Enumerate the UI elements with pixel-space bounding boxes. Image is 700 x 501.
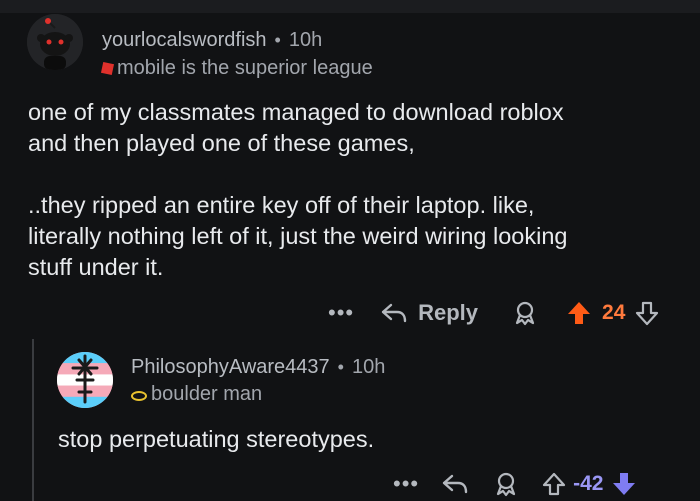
comment-time: 10h — [351, 356, 386, 378]
top-bar — [0, 0, 700, 13]
user-flair: mobile is the superior league — [100, 57, 373, 80]
comment-actions: ••• -42 — [393, 469, 637, 499]
comment-line — [28, 159, 567, 190]
downvote-button[interactable] — [611, 471, 637, 497]
reply-button[interactable] — [441, 472, 469, 496]
boulder-flair-icon — [131, 390, 147, 401]
award-icon — [515, 301, 535, 326]
more-options-button[interactable]: ••• — [328, 300, 354, 326]
downvote-button[interactable] — [635, 300, 659, 326]
comment-line: literally nothing left of it, just the w… — [28, 223, 568, 249]
thread-line[interactable] — [32, 339, 34, 501]
comment-body: stop perpetuating stereotypes. — [58, 424, 374, 455]
vote-score: 24 — [602, 301, 626, 324]
reply-label: Reply — [418, 300, 479, 325]
comment-line: ..they ripped an entire key off of their… — [28, 192, 535, 218]
reply-arrow-icon — [381, 303, 407, 323]
comment-line: and then played one of these games, — [28, 130, 415, 156]
separator-dot: • — [337, 357, 344, 377]
downvote-arrow-icon — [636, 301, 659, 326]
downvote-arrow-icon — [613, 473, 636, 495]
upvote-arrow-icon — [543, 472, 566, 496]
comment-author[interactable]: PhilosophyAware4437 — [131, 356, 330, 379]
comment-actions: ••• Reply 24 — [328, 298, 659, 328]
vote-score: -42 — [573, 472, 604, 495]
avatar[interactable] — [27, 14, 83, 70]
comment-line: stuff under it. — [28, 254, 164, 280]
award-icon — [497, 472, 516, 497]
user-flair: boulder man — [131, 383, 262, 406]
separator-dot: • — [274, 30, 281, 50]
comment-body: one of my classmates managed to download… — [28, 97, 567, 283]
trans-flag-avatar-icon — [57, 352, 113, 408]
flair-text: mobile is the superior league — [117, 57, 373, 79]
roblox-flair-icon — [100, 61, 115, 76]
comment-line: one of my classmates managed to download… — [28, 99, 564, 125]
comment-header: yourlocalswordfish • 10h — [102, 29, 322, 52]
avatar[interactable] — [57, 352, 113, 408]
upvote-arrow-icon — [568, 302, 591, 324]
flair-text: boulder man — [151, 383, 263, 405]
comment-line: stop perpetuating stereotypes. — [58, 426, 375, 452]
upvote-button[interactable] — [541, 471, 567, 497]
comment-time: 10h — [288, 29, 323, 51]
comment-author[interactable]: yourlocalswordfish — [102, 29, 267, 52]
reply-button[interactable]: Reply — [380, 300, 478, 326]
more-options-button[interactable]: ••• — [393, 471, 419, 497]
upvote-button[interactable] — [566, 300, 592, 326]
reddit-avatar-icon — [27, 14, 83, 70]
comment-header: PhilosophyAware4437 • 10h — [131, 356, 385, 379]
award-button[interactable] — [493, 471, 519, 497]
award-button[interactable] — [512, 300, 538, 326]
reply-arrow-icon — [442, 474, 468, 494]
